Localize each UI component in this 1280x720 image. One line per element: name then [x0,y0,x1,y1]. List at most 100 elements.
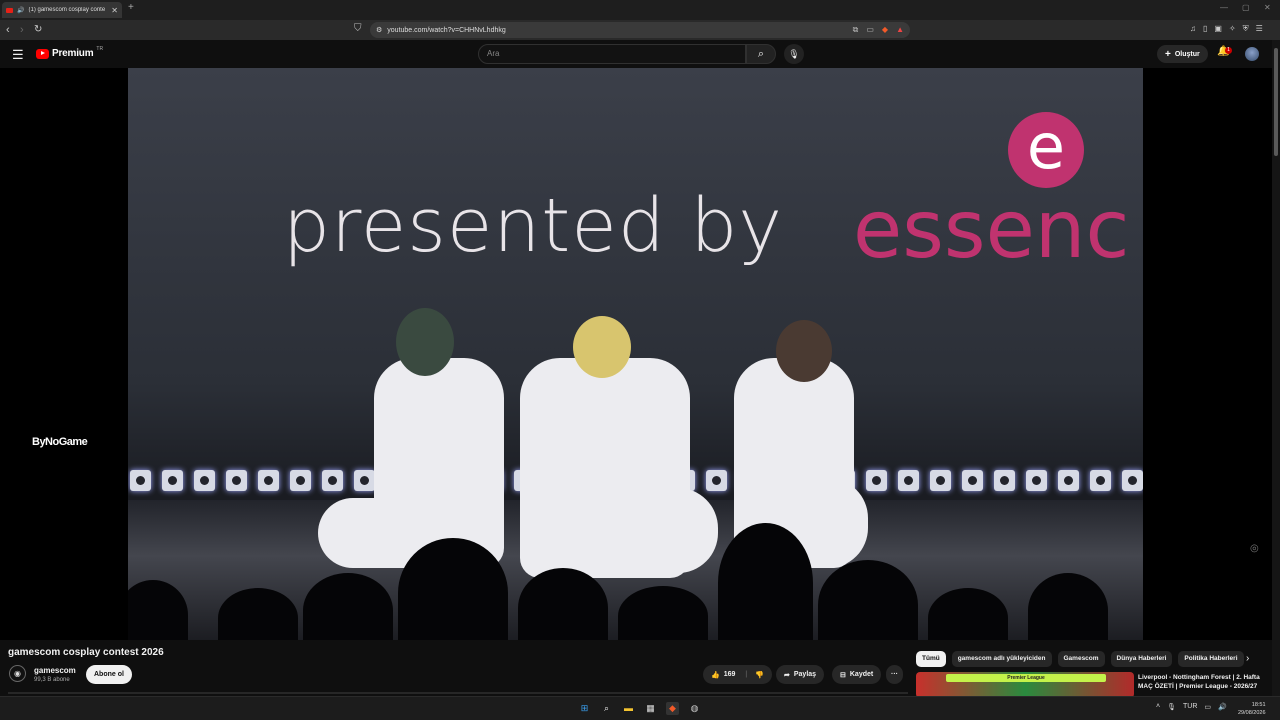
browser-menu-icon[interactable]: ☰ [1256,24,1263,34]
dancer-middle-head [573,316,631,378]
more-actions-button[interactable]: ··· [886,665,903,684]
store-icon[interactable]: ▦ [644,702,657,715]
channel-subscriber-count: 99,3 B abone [34,677,70,683]
brave-browser-icon[interactable]: ◆ [666,702,679,715]
create-label: Oluştur [1174,50,1200,58]
language-indicator[interactable]: TUR [1183,703,1197,711]
chip-politics-news[interactable]: Politika Haberleri [1178,651,1244,667]
thumbs-down-icon[interactable]: 👎 [755,671,764,679]
translate-icon[interactable]: ⧉ [853,25,859,35]
recommendation-thumbnail[interactable]: Premier League [916,672,1134,698]
bookmark-icon[interactable]: ⛉ [354,23,362,34]
hamburger-menu-icon[interactable]: ☰ [12,47,24,63]
crowd-silhouette [718,523,813,640]
chip-from-uploader[interactable]: gamescom adlı yükleyiciden [951,651,1052,667]
address-bar[interactable]: ⚙ youtube.com/watch?v=CHHNvLhdhkg ⧉ ▭ ◆ … [370,22,910,38]
brave-rewards-icon[interactable]: ▲ [896,25,904,35]
thumbs-up-icon: 👍 [711,671,720,679]
vpn-icon[interactable]: ⛨ [1243,24,1249,34]
taskbar-search-icon[interactable]: ⌕ [600,702,613,715]
audio-playing-icon: 🔊 [17,7,25,14]
cast-icon[interactable]: ▭ [866,25,874,35]
stage-light [130,470,151,491]
media-icon[interactable]: ♫ [1190,24,1196,34]
minimize-button[interactable]: — [1220,3,1228,12]
save-label: Kaydet [849,671,874,678]
clock[interactable]: 18:51 29/08/2026 [1238,701,1266,717]
browser-tab[interactable]: 🔊 (1) gamescom cosplay conte ✕ [2,2,122,18]
save-button[interactable]: ⊟ Kaydet [832,665,882,684]
tab-close-icon[interactable]: ✕ [111,6,118,15]
stage-light [322,470,343,491]
sidebar-icon[interactable]: ▯ [1203,24,1207,34]
channel-name[interactable]: gamescom [34,666,76,675]
stage-light [1026,470,1047,491]
maximize-button[interactable]: ▢ [1242,3,1250,12]
stage-light [1090,470,1111,491]
crowd-silhouette [818,560,918,640]
chip-world-news[interactable]: Dünya Haberleri [1110,651,1173,667]
captions-icon[interactable]: ◎ [1250,543,1259,554]
browser-toolbar: ‹ › ↻ ⛉ ⚙ youtube.com/watch?v=CHHNvLhdhk… [0,20,1280,40]
user-avatar[interactable] [1245,47,1259,61]
stage-light [898,470,919,491]
browser-tab-bar: 🔊 (1) gamescom cosplay conte ✕ + — ▢ ✕ [0,0,1280,20]
stage-light [866,470,887,491]
like-button[interactable]: 👍 169 | 👎 [703,665,773,684]
search-input[interactable]: Ara [478,44,746,64]
stage-banner-text: presented by [283,183,784,269]
sponsor-logo: e [1008,112,1084,188]
windows-taskbar: ⊞ ⌕ ▬ ▦ ◆ ◍ ˄ 🎙 TUR ▭ 🔊 18:51 29/08/2026 [0,696,1280,720]
crowd-silhouette [1028,573,1108,640]
new-tab-button[interactable]: + [128,2,134,13]
chevron-right-icon[interactable]: › [1246,653,1249,664]
stage-light [226,470,247,491]
youtube-header: ☰ Premium TR Ara ⌕ 🎙 + Oluştur 🔔 [0,40,1280,68]
search-icon[interactable]: ⌕ [746,44,776,64]
scrollbar-thumb[interactable] [1274,48,1278,156]
stage-light [930,470,951,491]
video-frame[interactable]: presented by e essenc [128,68,1143,640]
tray-overflow-icon[interactable]: ˄ [1156,703,1160,711]
back-icon[interactable]: ‹ [6,23,10,37]
clock-date: 29/08/2026 [1238,710,1266,716]
logo-text: Premium [52,48,94,59]
reload-icon[interactable]: ↻ [34,23,42,37]
stage-light [706,470,727,491]
volume-icon[interactable]: 🔊 [1218,703,1227,711]
chrome-icon[interactable]: ◍ [688,702,701,715]
url-text: youtube.com/watch?v=CHHNvLhdhkg [387,26,506,34]
crowd-silhouette [398,538,508,640]
channel-watermark[interactable]: ByNoGame [32,436,88,448]
site-settings-icon[interactable]: ⚙ [376,26,382,34]
youtube-premium-logo[interactable]: Premium TR [36,46,103,59]
dancer-right-head [776,320,832,382]
tray-mic-icon[interactable]: 🎙 [1167,703,1176,711]
brave-shield-icon[interactable]: ◆ [882,25,888,35]
youtube-favicon-icon [6,7,13,13]
leo-icon[interactable]: ✧ [1229,24,1236,34]
windows-start-icon[interactable]: ⊞ [578,702,591,715]
stage-light [994,470,1015,491]
close-window-button[interactable]: ✕ [1264,3,1271,12]
chip-gamescom[interactable]: Gamescom [1057,651,1105,667]
share-button[interactable]: ➦ Paylaş [776,665,825,684]
channel-avatar[interactable]: ◉ [9,665,26,682]
dancer-middle-legs [628,488,718,573]
stage-light [194,470,215,491]
crowd-silhouette [303,573,393,640]
clock-time: 18:51 [1251,702,1266,708]
page-scrollbar[interactable] [1272,40,1280,696]
stage-light [1122,470,1143,491]
forward-icon[interactable]: › [20,23,24,37]
network-icon[interactable]: ▭ [1204,703,1211,711]
video-player[interactable]: presented by e essenc ByNoGame [0,68,1272,640]
subscribe-button[interactable]: Abone ol [86,665,132,684]
chip-all[interactable]: Tümü [916,651,946,667]
recommendation-title[interactable]: Liverpool - Nottingham Forest | 2. Hafta… [1138,673,1273,691]
create-button[interactable]: + Oluştur [1157,45,1208,63]
microphone-icon[interactable]: 🎙 [784,44,804,64]
wallet-icon[interactable]: ▣ [1214,24,1222,34]
sponsor-name: essenc [853,183,1130,276]
file-explorer-icon[interactable]: ▬ [622,702,635,715]
